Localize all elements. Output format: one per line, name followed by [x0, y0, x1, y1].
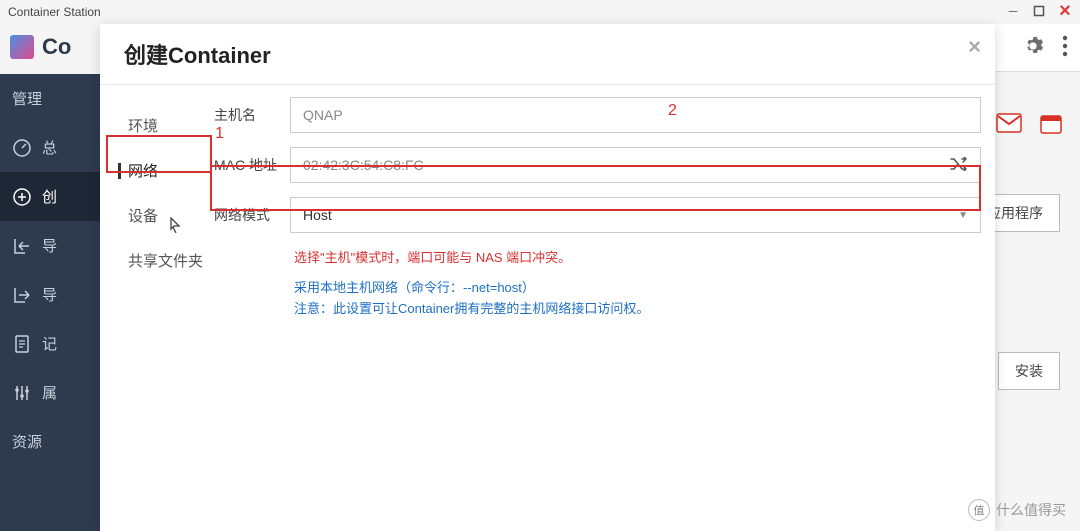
close-icon[interactable]: ×	[1056, 2, 1074, 20]
gear-icon[interactable]	[1022, 35, 1044, 62]
modal-close-icon[interactable]: ×	[968, 34, 981, 60]
shuffle-icon[interactable]	[950, 157, 968, 174]
network-row: 网络模式 Host ▼	[210, 197, 981, 233]
app-logo-icon	[10, 35, 34, 59]
sidebar: Co 管理 总 创 导 导 记 属 资源	[0, 24, 100, 531]
sidebar-item-dashboard[interactable]: 总	[0, 123, 100, 172]
watermark-text: 什么值得买	[996, 500, 1066, 520]
modal-header: 创建Container ×	[100, 24, 995, 84]
window-title: Container Station	[8, 5, 101, 19]
info-text: 采用本地主机网络（命令行：--net=host） 注意：此设置可让Contain…	[294, 278, 981, 320]
watermark-badge: 值	[968, 499, 990, 521]
sidebar-item-create[interactable]: 创	[0, 172, 100, 221]
plus-circle-icon	[12, 187, 32, 207]
mac-input[interactable]: 02:42:3C:54:C8:FC	[290, 147, 981, 183]
sidebar-item-manage[interactable]: 管理	[0, 74, 100, 123]
watermark: 值 什么值得买	[968, 499, 1066, 521]
modal-title: 创建Container	[124, 38, 271, 70]
document-icon	[12, 334, 32, 354]
minimize-icon[interactable]: ─	[1004, 2, 1022, 20]
form-area: 主机名 QNAP MAC 地址 02:42:3C:54:C8:FC 网	[210, 85, 995, 531]
dashboard-icon	[12, 138, 32, 158]
hostname-input[interactable]: QNAP	[290, 97, 981, 133]
more-vertical-icon[interactable]	[1062, 35, 1068, 62]
sidebar-item-log[interactable]: 记	[0, 319, 100, 368]
maximize-icon[interactable]	[1030, 2, 1048, 20]
sidebar-item-resource[interactable]: 资源	[0, 417, 100, 466]
warning-text: 选择"主机"模式时，端口可能与 NAS 端口冲突。	[294, 247, 981, 266]
annotation-box-1: 1	[106, 135, 212, 173]
background-app-icons	[996, 112, 1062, 139]
sidebar-item-settings[interactable]: 属	[0, 368, 100, 417]
mac-row: MAC 地址 02:42:3C:54:C8:FC	[210, 147, 981, 183]
network-label: 网络模式	[210, 205, 290, 225]
mail-icon	[996, 113, 1022, 138]
modal-tabs: 环境 网络 设备 共享文件夹 1	[100, 85, 210, 531]
sidebar-item-import[interactable]: 导	[0, 221, 100, 270]
sidebar-item-export[interactable]: 导	[0, 270, 100, 319]
chevron-down-icon: ▼	[958, 210, 968, 221]
window-titlebar: Container Station ─ ×	[0, 0, 1080, 24]
app-header: Co	[0, 24, 100, 74]
hostname-label: 主机名	[210, 105, 290, 125]
import-icon	[12, 236, 32, 256]
hostname-row: 主机名 QNAP	[210, 97, 981, 133]
calendar-icon	[1040, 112, 1062, 139]
mac-label: MAC 地址	[210, 155, 290, 175]
create-container-modal: 创建Container × 环境 网络 设备 共享文件夹 1 主机名	[100, 24, 995, 531]
export-icon	[12, 285, 32, 305]
tab-shared-folder[interactable]: 共享文件夹	[100, 238, 210, 283]
bg-button-install[interactable]: 安装	[998, 352, 1060, 390]
cursor-icon	[166, 217, 182, 240]
tab-device[interactable]: 设备	[100, 193, 210, 238]
sliders-icon	[12, 383, 32, 403]
network-select[interactable]: Host ▼	[290, 197, 981, 233]
app-name: Co	[42, 34, 71, 60]
